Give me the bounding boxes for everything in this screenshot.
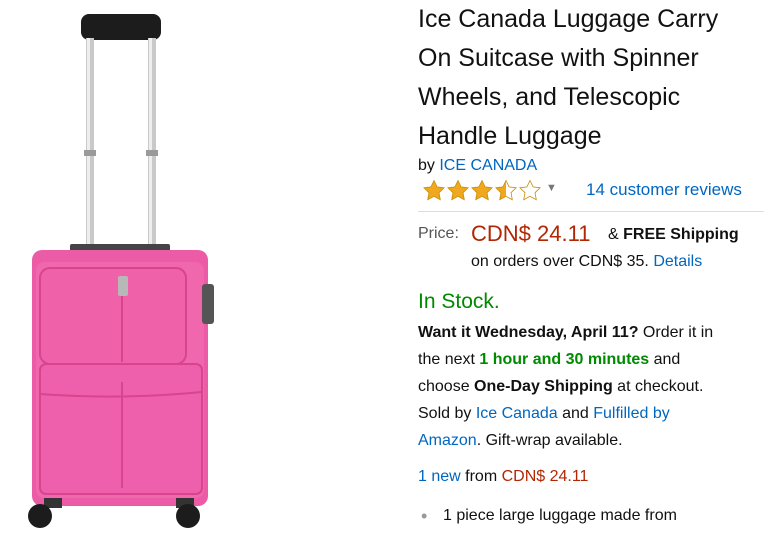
star-empty-icon — [519, 179, 541, 201]
brand-link[interactable]: ICE CANADA — [439, 157, 537, 174]
giftwrap-text: . Gift-wrap available. — [476, 432, 623, 449]
offers-summary: 1 new from CDN$ 24.11 — [418, 468, 764, 486]
details-link[interactable]: Details — [653, 253, 702, 270]
title-line: Ice Canada Luggage Carry — [418, 5, 719, 33]
feature-bullets: • 1 piece large luggage made from — [418, 506, 764, 526]
new-offers-link[interactable]: 1 new — [418, 468, 461, 485]
chevron-down-icon[interactable]: ▼ — [546, 182, 557, 194]
rating-row: ▼ 14 customer reviews — [418, 177, 764, 203]
seller-link[interactable]: Ice Canada — [476, 405, 558, 422]
order-it-text: Order it in — [638, 324, 714, 341]
customer-reviews-link[interactable]: 14 customer reviews — [586, 180, 742, 200]
title-line: Handle Luggage — [418, 122, 602, 150]
feature-bullet: 1 piece large luggage made from — [443, 507, 677, 524]
offer-price: CDN$ 24.11 — [501, 468, 589, 485]
the-next-text: the next — [418, 351, 480, 368]
shipping-threshold-text: on orders over CDN$ 35. — [471, 253, 649, 270]
from-text: from — [460, 468, 502, 485]
shipping-threshold: on orders over CDN$ 35. Details — [471, 253, 702, 271]
star-half-icon — [495, 179, 517, 201]
sold-by-text: Sold by — [418, 405, 476, 422]
choose-text: choose — [418, 378, 475, 395]
price-value: CDN$ 24.11 — [471, 221, 591, 246]
star-rating[interactable] — [422, 179, 542, 201]
star-full-icon — [447, 179, 469, 201]
delivery-message: Want it Wednesday, April 11? Order it in… — [418, 319, 764, 454]
shipping-info: & FREE Shipping — [608, 226, 739, 244]
product-info: Ice Canada Luggage Carry On Suitcase wit… — [418, 0, 764, 526]
star-full-icon — [423, 179, 445, 201]
star-full-icon — [471, 179, 493, 201]
price-block: Price: CDN$ 24.11 & FREE Shipping on ord… — [418, 221, 764, 283]
fulfilled-by-link[interactable]: Fulfilled by — [593, 405, 669, 422]
title-line: Wheels, and Telescopic — [418, 83, 681, 111]
product-image[interactable] — [0, 0, 400, 538]
telescopic-handle — [70, 14, 170, 254]
countdown-timer: 1 hour and 30 minutes — [479, 351, 650, 368]
price-label: Price: — [418, 225, 459, 242]
ampersand: & — [608, 226, 619, 243]
at-checkout-text: at checkout. — [612, 378, 704, 395]
stock-status: In Stock. — [418, 290, 500, 313]
product-title: Ice Canada Luggage Carry On Suitcase wit… — [418, 0, 764, 156]
amazon-link[interactable]: Amazon — [418, 432, 477, 449]
byline: by ICE CANADA — [418, 156, 764, 176]
delivery-date: Want it Wednesday, April 11? — [418, 324, 639, 341]
and-text: and — [557, 405, 594, 422]
by-label: by — [418, 157, 435, 174]
suitcase-body — [32, 250, 214, 506]
one-day-shipping-label: One-Day Shipping — [474, 378, 613, 395]
divider — [418, 211, 764, 212]
bullet-dot-icon: • — [421, 506, 428, 526]
free-shipping-label: FREE Shipping — [623, 226, 739, 243]
and-text: and — [649, 351, 681, 368]
title-line: On Suitcase with Spinner — [418, 44, 699, 72]
